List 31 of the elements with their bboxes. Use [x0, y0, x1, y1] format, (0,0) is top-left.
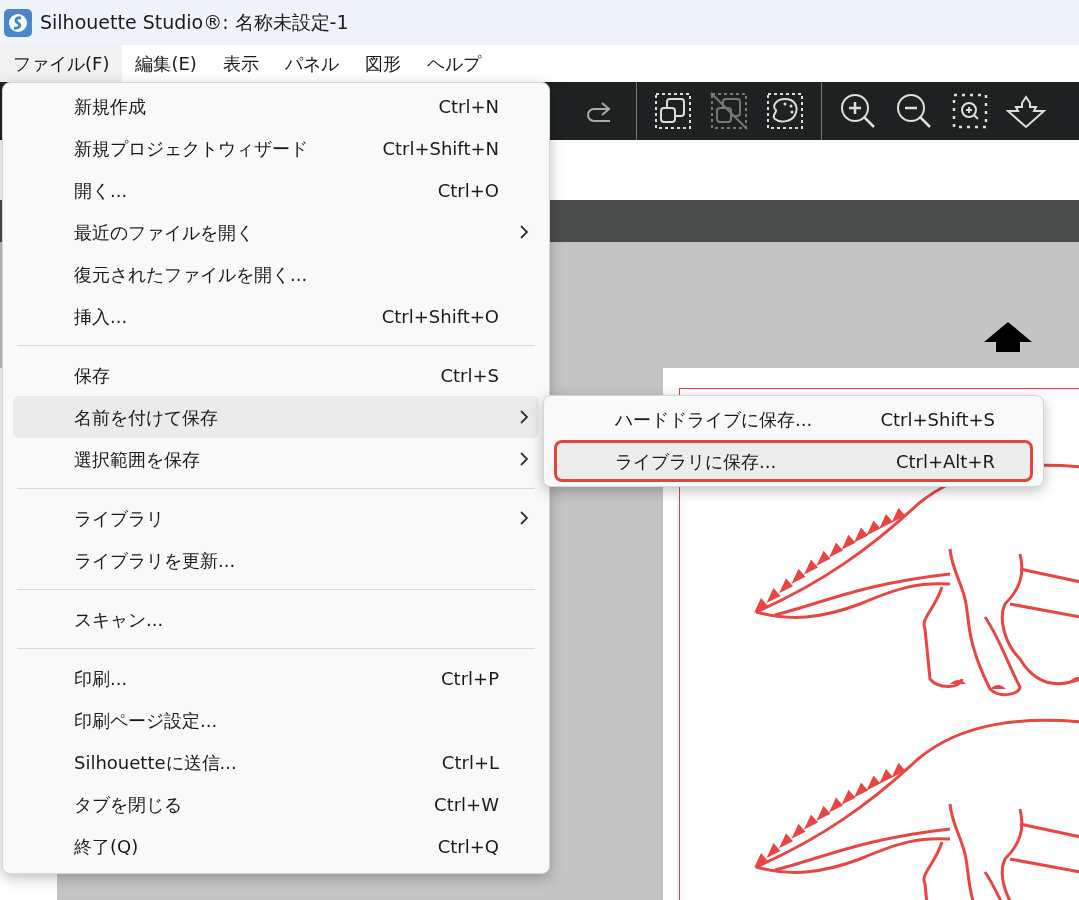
- menu-item[interactable]: ライブラリに保存... Ctrl+Alt+R: [554, 440, 1033, 482]
- menu-item[interactable]: 名前を付けて保存: [13, 396, 539, 438]
- menu-item[interactable]: 印刷... Ctrl+P: [13, 657, 539, 699]
- menu-item[interactable]: 選択範囲を保存: [13, 438, 539, 480]
- menu-item[interactable]: ヘルプ: [413, 45, 494, 82]
- menu-item[interactable]: パネル: [271, 45, 352, 82]
- menu-item[interactable]: ファイル(F): [0, 45, 123, 82]
- menu-item[interactable]: 終了(Q) Ctrl+Q: [13, 825, 539, 867]
- menu-item[interactable]: 新規プロジェクトウィザード Ctrl+Shift+N: [13, 127, 539, 169]
- menu-item[interactable]: 印刷ページ設定...: [13, 699, 539, 741]
- menu-item[interactable]: ライブラリ: [13, 497, 539, 539]
- zoom-selection-icon[interactable]: [950, 91, 990, 131]
- menu-item[interactable]: ライブラリを更新...: [13, 539, 539, 581]
- menu-item[interactable]: 挿入... Ctrl+Shift+O: [13, 295, 539, 337]
- arrow-up-icon[interactable]: [982, 320, 1034, 354]
- menu-item[interactable]: タブを閉じる Ctrl+W: [13, 783, 539, 825]
- ungroup-icon[interactable]: [709, 91, 749, 131]
- menu-item[interactable]: 表示: [209, 45, 272, 82]
- group-icon[interactable]: [653, 91, 693, 131]
- app-icon: [4, 8, 32, 37]
- menu-item[interactable]: 図形: [351, 45, 414, 82]
- menu-item[interactable]: Silhouetteに送信... Ctrl+L: [13, 741, 539, 783]
- menu-item[interactable]: 保存 Ctrl+S: [13, 354, 539, 396]
- menu-item[interactable]: ハードドライブに保存... Ctrl+Shift+S: [554, 398, 1033, 440]
- menu-item[interactable]: 開く... Ctrl+O: [13, 169, 539, 211]
- menu-item[interactable]: 復元されたファイルを開く...: [13, 253, 539, 295]
- palette-icon[interactable]: [765, 91, 805, 131]
- menu-item[interactable]: 編集(E): [122, 45, 210, 82]
- menu-item[interactable]: スキャン...: [13, 598, 539, 640]
- window-title: Silhouette Studio®: 名称未設定-1: [40, 10, 349, 36]
- menu-item[interactable]: 最近のファイルを開く: [13, 211, 539, 253]
